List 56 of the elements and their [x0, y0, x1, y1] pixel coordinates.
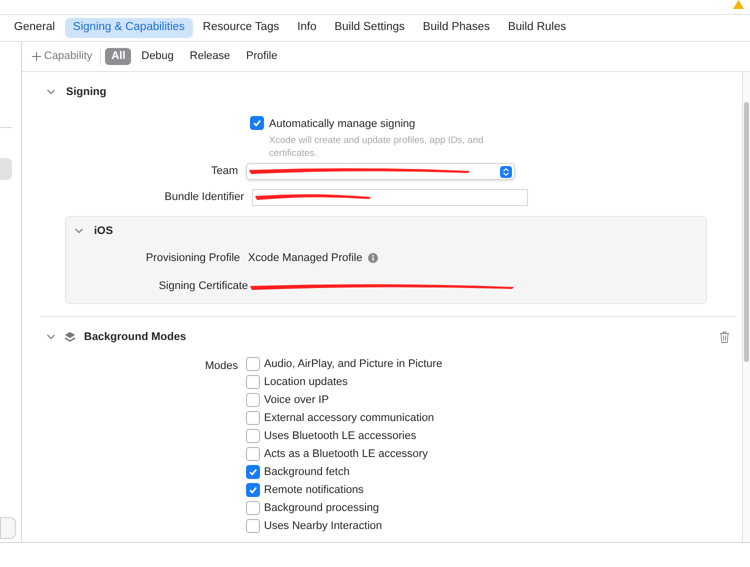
filter-button[interactable]: Release [184, 48, 236, 65]
checkbox-label: Uses Bluetooth LE accessories [264, 428, 416, 444]
warning-icon[interactable] [733, 0, 744, 9]
tab[interactable]: Build Settings [326, 18, 413, 38]
checkmark-icon [252, 118, 262, 128]
checkbox[interactable] [246, 465, 260, 479]
add-capability-button[interactable]: Capability [32, 48, 102, 65]
checkbox[interactable] [246, 429, 260, 443]
section-title: Signing [66, 85, 106, 100]
tab[interactable]: Build Phases [414, 18, 498, 38]
checkbox-label: Acts as a Bluetooth LE accessory [264, 446, 428, 462]
checkbox-label: External accessory communication [264, 410, 434, 426]
sidebar-button[interactable] [0, 517, 16, 539]
checkbox[interactable] [246, 393, 260, 407]
checkbox-label: Automatically manage signing [269, 116, 416, 132]
hint-text: Xcode will create and update profiles, app IDs, and certificates. [269, 134, 484, 160]
team-dropdown[interactable] [246, 163, 515, 180]
checkbox[interactable] [246, 519, 260, 533]
section-title: Background Modes [84, 330, 188, 344]
filter-button[interactable]: Profile [240, 48, 284, 65]
layers-icon [64, 330, 76, 343]
field-label: Bundle Identifier [164, 190, 245, 206]
info-icon[interactable] [368, 252, 378, 263]
field-value: Xcode Managed Profile [248, 250, 362, 266]
checkbox[interactable] [246, 375, 260, 389]
stepper-icon [500, 166, 512, 178]
chevron-icon[interactable] [46, 332, 56, 342]
tab[interactable]: Info [289, 18, 324, 38]
tab[interactable]: Build Rules [500, 18, 574, 38]
checkbox-label: Background fetch [264, 464, 350, 480]
trash-icon[interactable] [719, 330, 730, 343]
tab[interactable]: General [6, 18, 63, 38]
checkbox-label: Voice over IP [264, 392, 329, 408]
checkbox[interactable] [246, 447, 260, 461]
checkbox[interactable] [246, 357, 260, 371]
field-label: Provisioning Profile [144, 250, 241, 266]
section-title: iOS [94, 224, 113, 239]
checkbox[interactable] [246, 501, 260, 515]
checkbox-label: Location updates [264, 374, 348, 390]
field-label: Modes [204, 359, 239, 374]
field-label: Signing Certificate [158, 279, 248, 294]
checkbox-label: Background processing [264, 500, 379, 516]
field-label: Team [210, 164, 239, 180]
sidebar-handle[interactable] [0, 158, 12, 180]
checkbox-label: Uses Nearby Interaction [264, 518, 382, 534]
checkbox[interactable] [250, 116, 264, 130]
scrollbar[interactable] [742, 72, 750, 542]
bundle-identifier-field[interactable] [252, 189, 528, 206]
checkbox[interactable] [246, 411, 260, 425]
checkbox-label: Audio, AirPlay, and Picture in Picture [264, 356, 442, 372]
tab[interactable]: Signing & Capabilities [64, 18, 193, 38]
filter-button[interactable]: Debug [135, 48, 180, 65]
tab[interactable]: Resource Tags [194, 18, 288, 38]
checkbox-label: Remote notifications [264, 482, 364, 498]
plus-icon [32, 52, 41, 61]
checkbox[interactable] [246, 483, 260, 497]
